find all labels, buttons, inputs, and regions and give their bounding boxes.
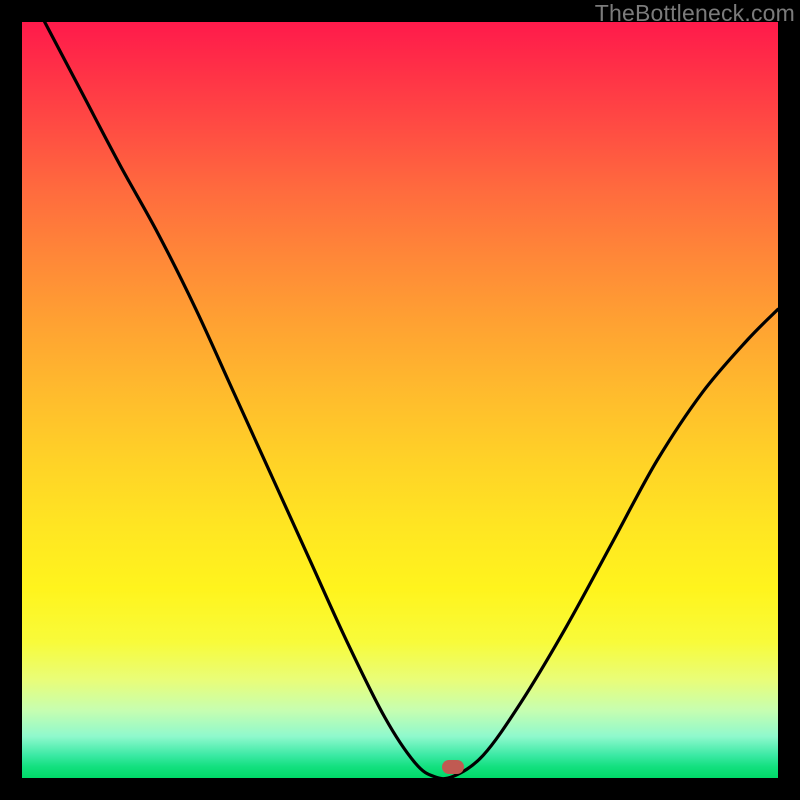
chart-frame: TheBottleneck.com [0,0,800,800]
watermark-text: TheBottleneck.com [595,0,795,27]
optimal-point-marker [442,760,464,774]
bottleneck-curve [22,22,778,778]
plot-area [22,22,778,778]
